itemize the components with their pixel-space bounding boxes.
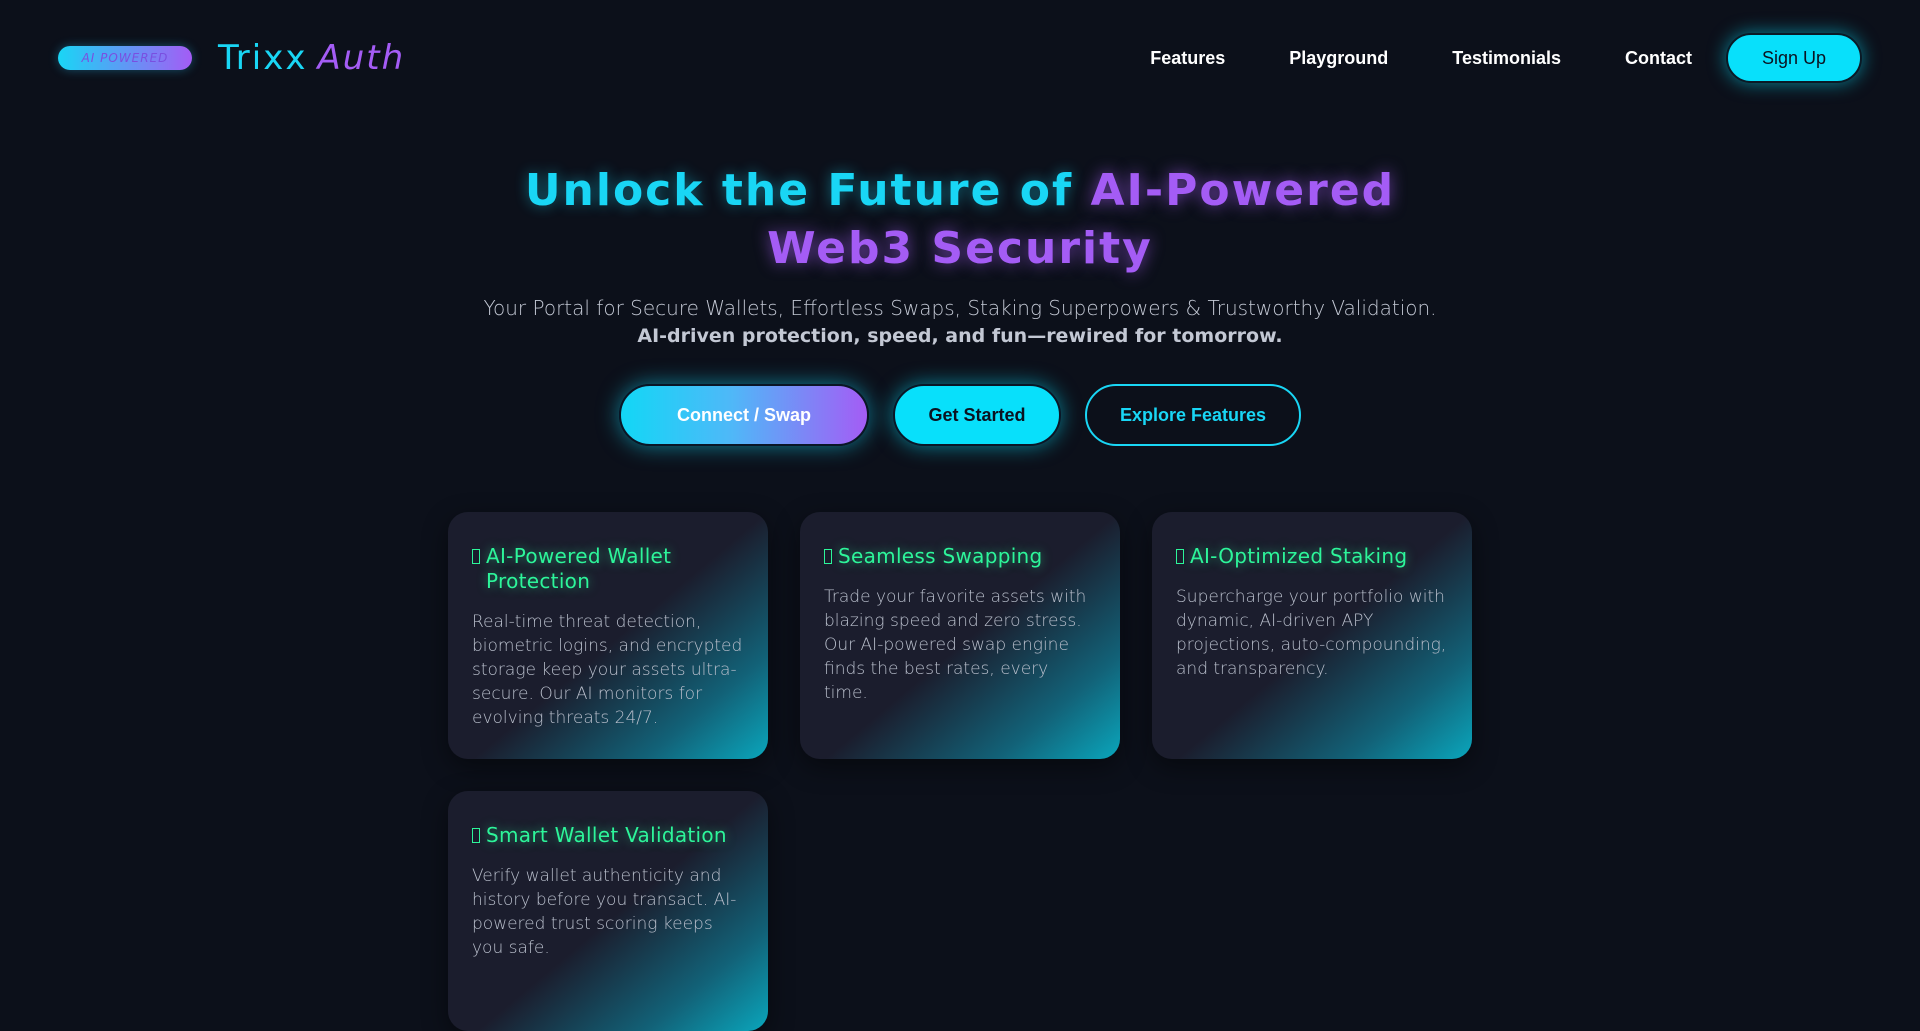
hero-title-part2: AI-Powered bbox=[1090, 165, 1396, 216]
swap-icon bbox=[824, 549, 832, 564]
brand-name-first: Trixx bbox=[218, 38, 308, 78]
feature-card-swapping: Seamless Swapping Trade your favorite as… bbox=[800, 512, 1120, 759]
hero-cta-row: Connect / Swap Get Started Explore Featu… bbox=[0, 384, 1920, 446]
validation-icon bbox=[472, 828, 480, 843]
feature-card-title-text: AI-Optimized Staking bbox=[1190, 544, 1408, 568]
staking-icon bbox=[1176, 549, 1184, 564]
feature-card-staking: AI-Optimized Staking Supercharge your po… bbox=[1152, 512, 1472, 759]
feature-card-description: Trade your favorite assets with blazing … bbox=[824, 587, 1087, 703]
feature-card-title-text: Smart Wallet Validation bbox=[486, 823, 727, 847]
hero-title-part1: Unlock the Future of bbox=[524, 165, 1074, 216]
feature-card-title: AI-Powered Wallet Protection bbox=[472, 544, 744, 594]
brand-logo[interactable]: Trixx Auth bbox=[218, 38, 405, 78]
nav-link-contact[interactable]: Contact bbox=[1625, 48, 1692, 69]
hero-tagline: AI-driven protection, speed, and fun—rew… bbox=[637, 325, 1283, 347]
hero-subtitle: Your Portal for Secure Wallets, Effortle… bbox=[483, 296, 1437, 320]
shield-icon bbox=[472, 549, 480, 564]
connect-swap-button[interactable]: Connect / Swap bbox=[619, 384, 869, 446]
hero-title: Unlock the Future of AI-Powered Web3 Sec… bbox=[0, 162, 1920, 278]
feature-card-title: Seamless Swapping bbox=[824, 544, 1096, 569]
nav-link-features[interactable]: Features bbox=[1150, 48, 1225, 69]
feature-card-title-text: AI-Powered Wallet Protection bbox=[486, 544, 672, 593]
brand-name-second: Auth bbox=[317, 38, 406, 78]
feature-card-wallet-protection: AI-Powered Wallet Protection Real-time t… bbox=[448, 512, 768, 759]
feature-card-title-text: Seamless Swapping bbox=[838, 544, 1043, 568]
ai-powered-badge: AI POWERED bbox=[58, 46, 192, 70]
feature-card-description: Real-time threat detection, biometric lo… bbox=[472, 612, 743, 728]
nav-link-playground[interactable]: Playground bbox=[1289, 48, 1388, 69]
feature-card-description: Supercharge your portfolio with dynamic,… bbox=[1176, 587, 1447, 679]
feature-card-description: Verify wallet authenticity and history b… bbox=[472, 866, 737, 958]
nav-links: Features Playground Testimonials Contact… bbox=[1150, 33, 1862, 83]
feature-card-wallet-validation: Smart Wallet Validation Verify wallet au… bbox=[448, 791, 768, 1031]
hero-title-part3: Web3 Security bbox=[767, 223, 1153, 274]
sign-up-button[interactable]: Sign Up bbox=[1726, 33, 1862, 83]
explore-features-button[interactable]: Explore Features bbox=[1085, 384, 1301, 446]
feature-card-title: Smart Wallet Validation bbox=[472, 823, 744, 848]
get-started-button[interactable]: Get Started bbox=[893, 384, 1061, 446]
nav-link-testimonials[interactable]: Testimonials bbox=[1452, 48, 1561, 69]
top-nav: AI POWERED Trixx Auth Features Playground… bbox=[0, 0, 1920, 116]
feature-card-title: AI-Optimized Staking bbox=[1176, 544, 1448, 569]
